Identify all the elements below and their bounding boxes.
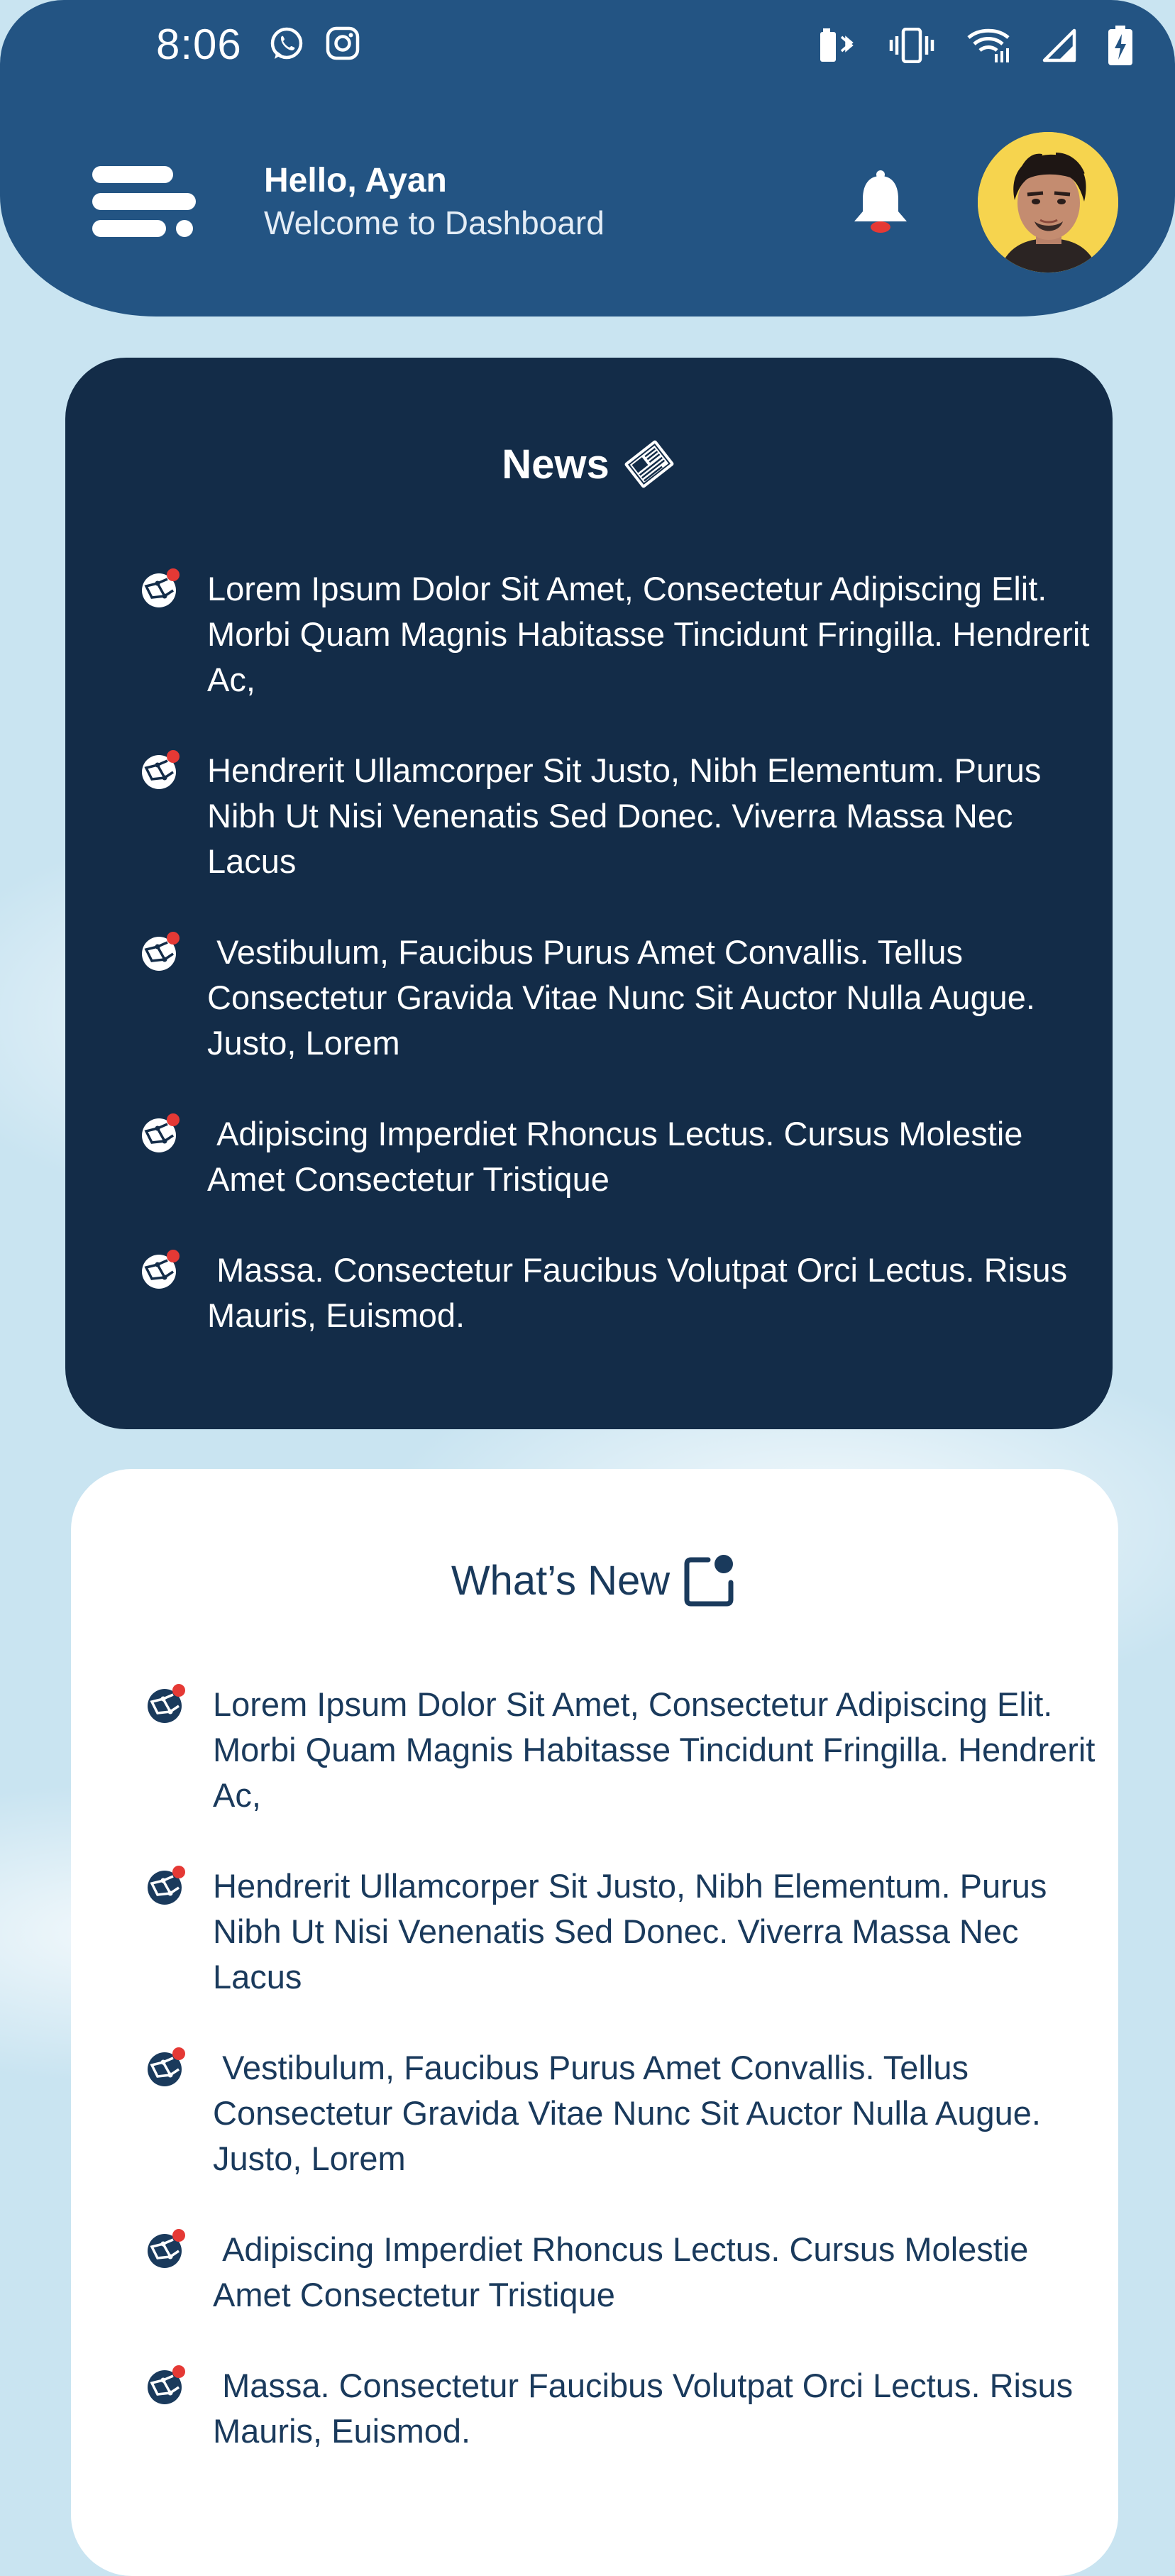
user-avatar[interactable] — [978, 132, 1118, 273]
whats-new-item[interactable]: Lorem Ipsum Dolor Sit Amet, Consectetur … — [145, 1682, 1110, 1818]
menu-line — [92, 166, 173, 183]
whats-new-card: What’s New Lorem Ipsum Dolor Sit Amet, C… — [71, 1469, 1118, 2576]
globe-network-icon — [148, 1866, 185, 1905]
greeting-title: Hello, Ayan — [264, 162, 447, 199]
whats-new-item[interactable]: Hendrerit Ullamcorper Sit Justo, Nibh El… — [145, 1864, 1110, 2000]
bell-icon — [854, 170, 907, 233]
avatar-portrait — [978, 132, 1118, 273]
globe-network-icon — [142, 1113, 180, 1152]
news-item-text: Vestibulum, Faucibus Purus Amet Convalli… — [207, 933, 1045, 1062]
vibrate-icon — [889, 28, 934, 63]
menu-button[interactable] — [92, 166, 196, 237]
notification-square-icon — [684, 1555, 734, 1607]
news-item-text: Massa. Consectetur Faucibus Volutpat Orc… — [207, 1251, 1077, 1334]
status-right-icons — [820, 26, 1132, 65]
news-title: News — [502, 441, 609, 488]
whats-new-item-text: Lorem Ipsum Dolor Sit Amet, Consectetur … — [213, 1685, 1096, 1814]
signal-icon — [1042, 28, 1076, 62]
instagram-icon — [326, 26, 360, 60]
news-item[interactable]: Adipiscing Imperdiet Rhoncus Lectus. Cur… — [139, 1111, 1104, 1202]
globe-network-icon — [148, 2365, 185, 2404]
news-item[interactable]: Hendrerit Ullamcorper Sit Justo, Nibh El… — [139, 748, 1104, 884]
battery-bluetooth-icon — [820, 28, 854, 62]
whats-new-item[interactable]: Massa. Consectetur Faucibus Volutpat Orc… — [145, 2363, 1110, 2454]
menu-line — [92, 220, 166, 237]
globe-network-icon — [142, 1250, 180, 1289]
wifi-icon — [967, 28, 1010, 62]
status-time: 8:06 — [156, 21, 242, 68]
status-left-icons — [268, 26, 360, 62]
notification-button[interactable] — [849, 167, 912, 236]
globe-network-icon — [148, 2047, 185, 2086]
whats-new-item[interactable]: Adipiscing Imperdiet Rhoncus Lectus. Cur… — [145, 2227, 1110, 2318]
whats-new-item[interactable]: Vestibulum, Faucibus Purus Amet Convalli… — [145, 2045, 1110, 2181]
whats-new-item-text: Hendrerit Ullamcorper Sit Justo, Nibh El… — [213, 1867, 1047, 1996]
news-item-text: Adipiscing Imperdiet Rhoncus Lectus. Cur… — [207, 1115, 1030, 1198]
app-header: 8:06 Hello, Ayan Welcome to Dashboard — [0, 0, 1175, 317]
news-card: News Lorem Ipsum Dolor Sit Amet, Consect… — [65, 358, 1113, 1429]
globe-network-icon — [148, 1684, 185, 1723]
whats-new-title: What’s New — [451, 1557, 671, 1604]
whats-new-item-text: Adipiscing Imperdiet Rhoncus Lectus. Cur… — [213, 2230, 1036, 2313]
menu-dot — [176, 220, 193, 237]
news-item[interactable]: Massa. Consectetur Faucibus Volutpat Orc… — [139, 1248, 1104, 1338]
whats-new-item-text: Vestibulum, Faucibus Purus Amet Convalli… — [213, 2049, 1051, 2177]
news-header: News — [65, 437, 1113, 491]
whatsapp-icon — [270, 27, 303, 60]
globe-network-icon — [142, 750, 180, 789]
greeting-subtitle: Welcome to Dashboard — [264, 204, 605, 241]
news-item[interactable]: Vestibulum, Faucibus Purus Amet Convalli… — [139, 930, 1104, 1066]
news-item[interactable]: Lorem Ipsum Dolor Sit Amet, Consectetur … — [139, 566, 1104, 703]
news-item-text: Hendrerit Ullamcorper Sit Justo, Nibh El… — [207, 752, 1042, 880]
globe-network-icon — [142, 568, 180, 607]
greeting: Hello, Ayan Welcome to Dashboard — [264, 160, 605, 244]
globe-network-icon — [148, 2229, 185, 2268]
whats-new-item-text: Massa. Consectetur Faucibus Volutpat Orc… — [213, 2367, 1083, 2450]
news-item-text: Lorem Ipsum Dolor Sit Amet, Consectetur … — [207, 570, 1090, 698]
globe-network-icon — [142, 932, 180, 971]
whats-new-header: What’s New — [71, 1553, 1118, 1608]
menu-line — [92, 193, 196, 210]
battery-charging-icon — [1108, 26, 1132, 65]
newspaper-icon — [624, 440, 674, 488]
